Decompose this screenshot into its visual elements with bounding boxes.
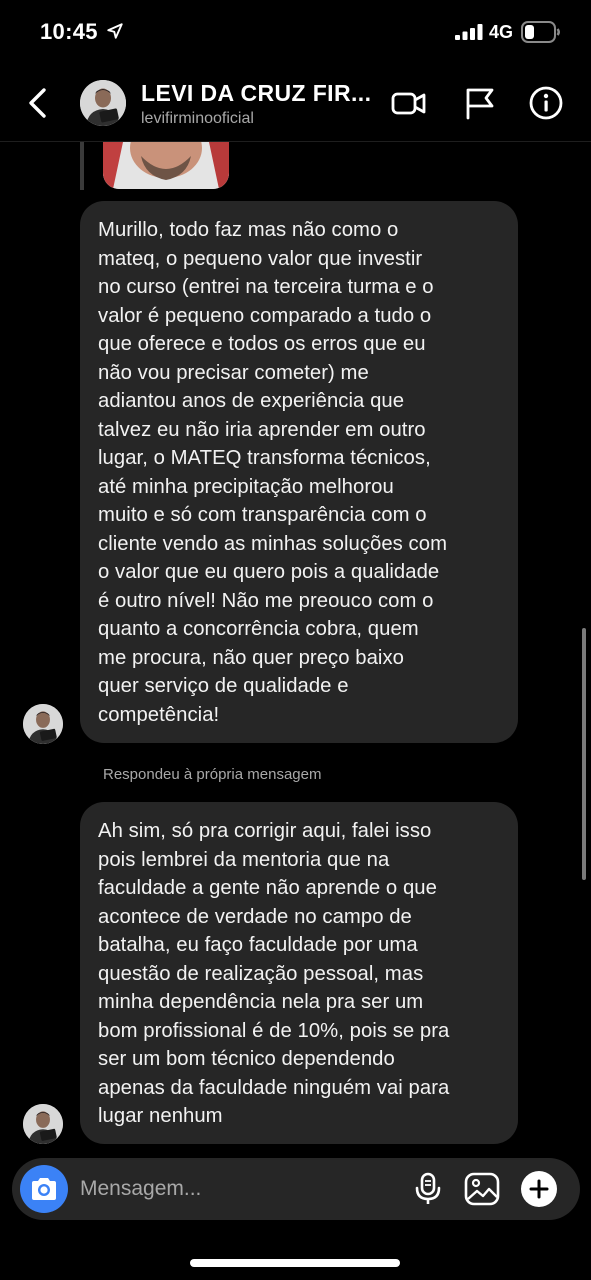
message-line: mateq, o pequeno valor que investir	[98, 247, 423, 270]
quoted-photo[interactable]	[103, 142, 229, 189]
sender-avatar[interactable]	[23, 704, 63, 744]
message-line: me procura, não quer preço baixo	[98, 646, 404, 669]
message-line: lugar nenhum	[98, 1105, 223, 1127]
video-call-icon[interactable]	[391, 86, 427, 120]
message-line: lugar, o MATEQ transforma técnicos,	[98, 447, 431, 469]
message-line: pois lembrei da mentoria que na	[98, 848, 390, 871]
message-line: valor é pequeno comparado a tudo o	[98, 304, 432, 327]
gallery-icon[interactable]	[464, 1172, 500, 1206]
message-line: faculdade a gente não aprende o que	[98, 877, 437, 899]
message-line: batalha, eu faço faculdade por uma	[98, 934, 418, 956]
home-indicator[interactable]	[190, 1259, 400, 1267]
chat-title[interactable]: LEVI DA CRUZ FIR...	[141, 80, 371, 107]
message-line: quanto a concorrência cobra, quem	[98, 618, 419, 640]
microphone-icon[interactable]	[414, 1172, 442, 1206]
network-type: 4G	[489, 22, 514, 42]
message-line: é outro nível! Não me preouco com o	[98, 589, 434, 612]
camera-button[interactable]	[20, 1165, 68, 1213]
message-line: apenas da faculdade ninguém vai para	[98, 1076, 450, 1099]
chat-username[interactable]: levifirminooficial	[141, 110, 254, 128]
message-composer	[12, 1158, 580, 1220]
plus-icon	[529, 1179, 549, 1199]
flag-icon[interactable]	[462, 86, 498, 120]
reply-quote-bar	[80, 142, 84, 190]
message-line: o valor que eu quero pois a qualidade	[98, 561, 440, 583]
message-line: acontece de verdade no campo de	[98, 905, 412, 928]
message-line: minha dependência nela pra ser um	[98, 991, 424, 1013]
status-time: 10:45	[40, 19, 98, 44]
message-line: ser um bom técnico dependendo	[98, 1048, 395, 1070]
message-line: que oferece e todos os erros que eu	[98, 333, 426, 355]
signal-icon	[455, 24, 483, 40]
message-line: no curso (entrei na terceira turma e o	[98, 276, 434, 298]
scrollbar[interactable]	[582, 628, 586, 880]
camera-icon	[32, 1178, 56, 1200]
message-line: Murillo, todo faz mas não como o	[98, 219, 399, 241]
profile-avatar[interactable]	[80, 80, 126, 126]
message-bubble[interactable]: Ah sim, só pra corrigir aqui, falei isso…	[80, 802, 518, 1144]
message-line: talvez eu não iria aprender em outro	[98, 418, 426, 441]
back-arrow-icon[interactable]	[24, 86, 54, 120]
message-line: quer serviço de qualidade e	[98, 675, 349, 697]
message-input[interactable]	[80, 1175, 380, 1203]
message-line: cliente vendo as minhas soluções com	[98, 532, 448, 555]
message-line: competência!	[98, 703, 220, 726]
add-button[interactable]	[521, 1171, 557, 1207]
location-arrow-icon	[107, 23, 123, 39]
message-line: adiantou anos de experiência que	[98, 390, 405, 412]
message-line: até minha precipitação melhorou	[98, 475, 394, 498]
battery-icon	[521, 21, 560, 43]
message-line: bom profissional é de 10%, pois se pra	[98, 1019, 450, 1042]
sender-avatar[interactable]	[23, 1104, 63, 1144]
status-bar: 10:45 4G	[0, 0, 591, 64]
message-line: questão de realização pessoal, mas	[98, 962, 424, 985]
chat-header: LEVI DA CRUZ FIR... levifirminooficial	[0, 64, 591, 142]
message-line: muito e só com transparência com o	[98, 504, 427, 526]
reply-note: Respondeu à própria mensagem	[103, 766, 322, 783]
info-icon[interactable]	[528, 86, 564, 120]
message-line: Ah sim, só pra corrigir aqui, falei isso	[98, 820, 432, 842]
message-bubble[interactable]: Murillo, todo faz mas não como o mateq, …	[80, 201, 518, 743]
message-line: não vou precisar cometer) me	[98, 361, 369, 384]
